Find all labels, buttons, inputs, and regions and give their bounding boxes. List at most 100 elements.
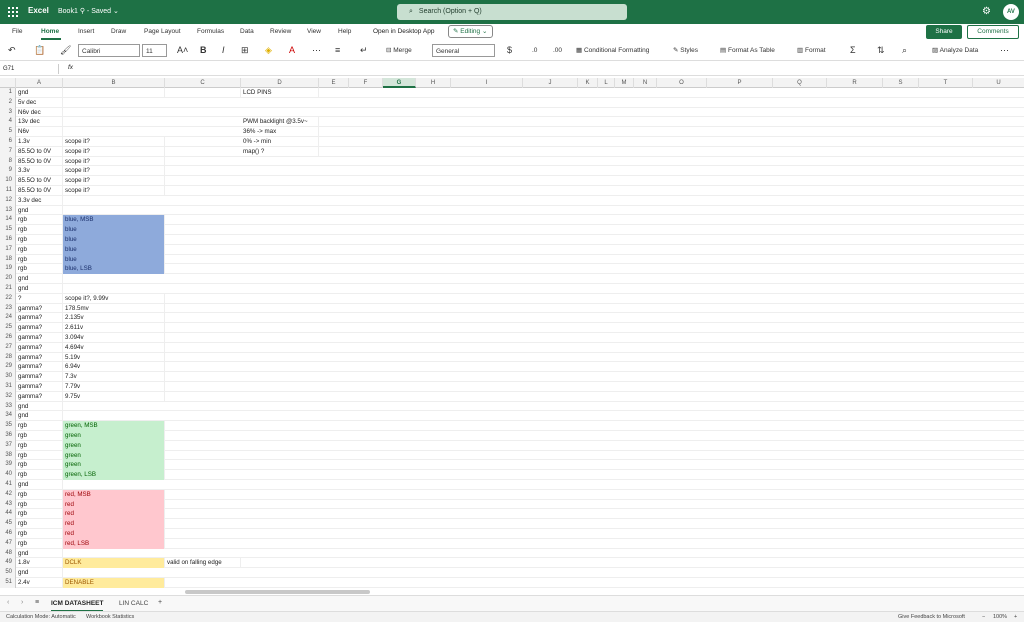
row-header[interactable]: 46	[0, 529, 16, 539]
currency-icon[interactable]: $	[507, 44, 512, 57]
cell-a[interactable]: rgb	[16, 470, 63, 480]
row-header[interactable]: 3	[0, 107, 16, 118]
tab-view[interactable]: View	[307, 28, 321, 35]
cell-a[interactable]: 1.3v	[16, 137, 63, 147]
cell-a[interactable]: 85.5O to 0V	[16, 156, 63, 167]
column-header-b[interactable]: B	[63, 78, 165, 88]
cell-a[interactable]: gamma?	[16, 333, 63, 343]
cell-a[interactable]: rgb	[16, 529, 63, 539]
wrap-text-icon[interactable]: ↵	[360, 44, 368, 57]
conditional-formatting-button[interactable]: ▦ Conditional Formatting	[576, 44, 649, 57]
row-header[interactable]: 45	[0, 519, 16, 529]
cell-a[interactable]: 1.8v	[16, 558, 63, 569]
tab-page-layout[interactable]: Page Layout	[144, 28, 181, 35]
editing-mode-button[interactable]: ✎ Editing ⌄	[448, 25, 493, 38]
column-header-l[interactable]: L	[598, 78, 615, 88]
cell-b[interactable]: 6.94v	[63, 362, 165, 373]
cell-a[interactable]: 3.3v	[16, 166, 63, 177]
tab-draw[interactable]: Draw	[111, 28, 126, 35]
cell-a[interactable]: rgb	[16, 440, 63, 451]
row-header[interactable]: 50	[0, 568, 16, 578]
feedback-link[interactable]: Give Feedback to Microsoft	[898, 612, 965, 623]
all-sheets-icon[interactable]: ≡	[35, 599, 39, 606]
tab-formulas[interactable]: Formulas	[197, 28, 224, 35]
tab-help[interactable]: Help	[338, 28, 351, 35]
cell-b[interactable]: green, LSB	[63, 470, 165, 480]
row-header[interactable]: 47	[0, 538, 16, 549]
cell-a[interactable]: 85.5O to 0V	[16, 186, 63, 196]
column-header-f[interactable]: F	[349, 78, 383, 88]
cell-b[interactable]: green	[63, 431, 165, 441]
cell-a[interactable]: gamma?	[16, 303, 63, 314]
cell-b[interactable]: scope it?	[63, 137, 165, 147]
align-icon[interactable]: ≡	[335, 44, 340, 57]
row-header[interactable]: 42	[0, 489, 16, 500]
cell-b[interactable]: DENABLE	[63, 578, 165, 588]
spreadsheet-grid[interactable]: ABCDEFGHIJKLMNOPQRSTU 1 gnd LCD PINS 2 5v de…	[0, 78, 1024, 592]
cell-b[interactable]: red	[63, 499, 165, 510]
autosum-icon[interactable]: Σ	[850, 44, 856, 57]
cell-b[interactable]: red	[63, 519, 165, 529]
cell-b[interactable]: red	[63, 509, 165, 520]
column-header-m[interactable]: M	[615, 78, 634, 88]
cell-a[interactable]: gnd	[16, 284, 63, 294]
cell-a[interactable]: 2.4v	[16, 578, 63, 588]
cell-a[interactable]: gnd	[16, 88, 63, 98]
fx-icon[interactable]: fx	[68, 64, 73, 71]
row-header[interactable]: 28	[0, 352, 16, 363]
font-size-select[interactable]: 11	[142, 44, 167, 57]
cell-a[interactable]: gamma?	[16, 382, 63, 392]
column-header-s[interactable]: S	[883, 78, 919, 88]
row-header[interactable]: 24	[0, 313, 16, 324]
row-header[interactable]: 39	[0, 460, 16, 471]
calc-mode[interactable]: Calculation Mode: Automatic	[6, 612, 76, 623]
zoom-in-icon[interactable]: +	[1014, 612, 1017, 623]
row-header[interactable]: 9	[0, 166, 16, 177]
row-header[interactable]: 8	[0, 156, 16, 167]
cell-b[interactable]: blue, LSB	[63, 264, 165, 275]
row-header[interactable]: 29	[0, 362, 16, 373]
fill-color-icon[interactable]: ◈	[265, 44, 272, 57]
cell-b[interactable]: scope it?	[63, 176, 165, 186]
row-header[interactable]: 17	[0, 244, 16, 255]
cell-a[interactable]: rgb	[16, 244, 63, 255]
cell-a[interactable]: gamma?	[16, 313, 63, 324]
cell-d[interactable]: map() ?	[241, 146, 319, 157]
row-header[interactable]: 51	[0, 578, 16, 588]
cell-b[interactable]: 9.75v	[63, 391, 165, 402]
add-sheet-icon[interactable]: +	[158, 599, 162, 606]
row-header[interactable]: 36	[0, 431, 16, 441]
cell-b[interactable]: scope it?	[63, 166, 165, 177]
cell-d[interactable]: 36% -> max	[241, 127, 319, 137]
cell-b[interactable]: blue	[63, 244, 165, 255]
cell-a[interactable]: gamma?	[16, 362, 63, 373]
row-header[interactable]: 21	[0, 284, 16, 294]
row-header[interactable]: 2	[0, 97, 16, 108]
cell-a[interactable]: gamma?	[16, 342, 63, 353]
row-header[interactable]: 16	[0, 235, 16, 245]
cell-d[interactable]: 0% -> min	[241, 137, 319, 147]
cell-a[interactable]: rgb	[16, 215, 63, 226]
column-header-p[interactable]: P	[707, 78, 773, 88]
cell-a[interactable]: N6v dec	[16, 107, 63, 118]
undo-icon[interactable]: ↶	[8, 44, 16, 57]
row-header[interactable]: 27	[0, 342, 16, 353]
cell-a[interactable]: 85.5O to 0V	[16, 176, 63, 186]
row-header[interactable]: 4	[0, 117, 16, 128]
cell-a[interactable]: rgb	[16, 254, 63, 265]
row-header[interactable]: 25	[0, 323, 16, 333]
avatar[interactable]: AV	[1003, 4, 1019, 20]
cell-b[interactable]: green	[63, 450, 165, 461]
sheet-tab-icm-datasheet[interactable]: ICM DATASHEET	[51, 598, 104, 612]
document-title[interactable]: Book1 ⚲ - Saved ⌄	[58, 7, 119, 15]
borders-icon[interactable]: ⊞	[241, 44, 249, 57]
cell-a[interactable]: gamma?	[16, 391, 63, 402]
cell-a[interactable]: rgb	[16, 235, 63, 245]
next-sheet-icon[interactable]: ›	[21, 599, 23, 606]
row-header[interactable]: 19	[0, 264, 16, 275]
row-header[interactable]: 30	[0, 372, 16, 382]
cell-a[interactable]: N6v	[16, 127, 63, 137]
row-header[interactable]: 34	[0, 411, 16, 422]
row-header[interactable]: 14	[0, 215, 16, 226]
sort-filter-icon[interactable]: ⇅	[877, 44, 885, 57]
